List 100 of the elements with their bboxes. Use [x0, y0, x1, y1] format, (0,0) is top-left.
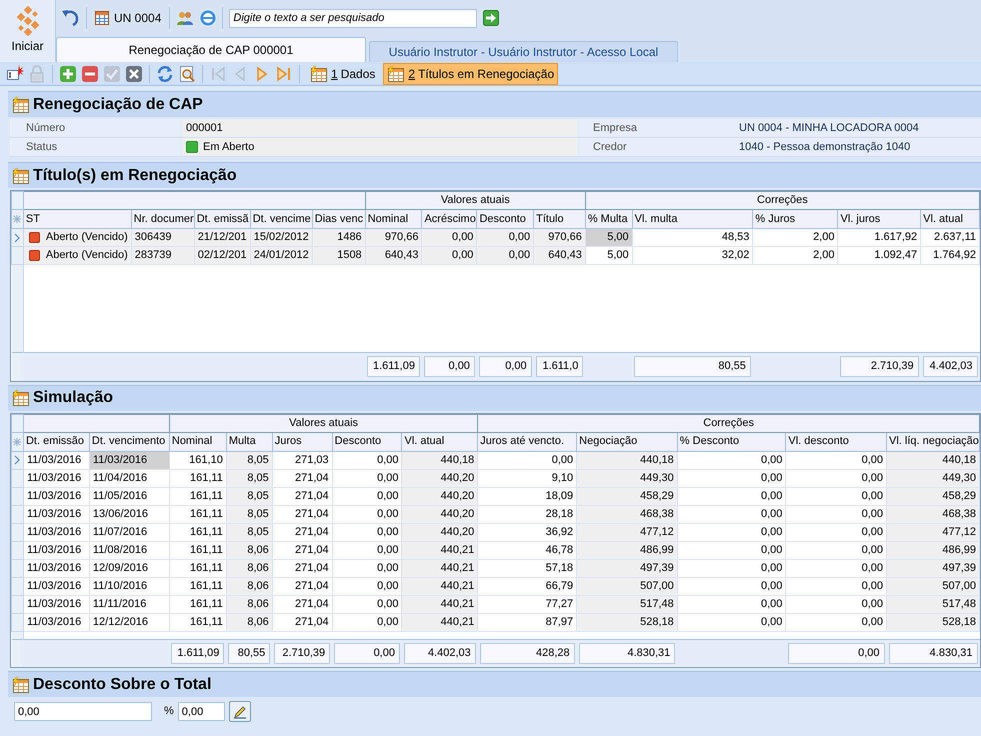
column-header[interactable]: Nominal	[365, 210, 422, 228]
table-cell: 28,18	[478, 505, 577, 523]
table-cell: 0,00	[332, 469, 402, 487]
row-header[interactable]	[12, 595, 24, 613]
table-cell: 458,29	[576, 487, 678, 505]
table-cell: 0,00	[677, 595, 786, 613]
table-cell: 0,00	[786, 595, 887, 613]
field-value: 000001	[182, 119, 577, 138]
row-header[interactable]	[12, 451, 24, 469]
minus-icon[interactable]	[81, 64, 99, 82]
table-cell: 1.617,92	[838, 228, 921, 246]
table-cell: 449,30	[886, 469, 980, 487]
row-header[interactable]	[12, 541, 24, 559]
table-cell: 970,66	[534, 228, 586, 246]
row-header[interactable]	[12, 228, 24, 246]
table-cell: 970,66	[365, 228, 422, 246]
table-cell: 8,05	[226, 469, 272, 487]
start-button[interactable]: Iniciar	[11, 40, 44, 52]
column-header[interactable]: Juros	[272, 432, 332, 451]
column-header[interactable]: Título	[534, 210, 586, 228]
row-header[interactable]	[12, 487, 24, 505]
table-cell: 440,18	[576, 451, 678, 469]
last-icon[interactable]	[275, 64, 293, 82]
table-cell: 5,00	[585, 228, 632, 246]
column-header[interactable]: % Juros	[752, 210, 838, 228]
table-cell: 161,11	[169, 541, 226, 559]
column-header[interactable]: Dias venc	[312, 210, 366, 228]
column-header[interactable]: Vl. multa	[632, 210, 753, 228]
new-record-icon[interactable]	[6, 64, 24, 82]
table-cell: 0,00	[786, 451, 887, 469]
table-cell: 0,00	[786, 577, 887, 595]
table-cell: 0,00	[476, 228, 534, 246]
column-header[interactable]: Vl. atual	[402, 432, 478, 451]
column-header[interactable]: Vl. desconto	[786, 432, 887, 451]
status-text: Em Aberto	[203, 140, 254, 155]
row-header[interactable]	[12, 559, 24, 577]
column-header[interactable]: Desconto	[476, 210, 534, 228]
column-header[interactable]: Nr. documer	[131, 210, 194, 228]
table-icon	[12, 168, 30, 184]
row-header[interactable]	[12, 469, 24, 487]
table-cell: 0,00	[422, 246, 477, 264]
discount-value-field[interactable]: 0,00	[14, 702, 152, 721]
table-cell: 11/11/2016	[89, 595, 170, 613]
table-cell: 32,02	[632, 246, 753, 264]
table-cell: 8,06	[226, 541, 272, 559]
column-header[interactable]: Dt. vencime	[250, 210, 312, 228]
table-cell: 271,04	[272, 505, 332, 523]
table-cell: 440,21	[402, 559, 478, 577]
row-header[interactable]	[12, 246, 24, 264]
column-header[interactable]: % Multa	[585, 210, 632, 228]
column-header[interactable]: Vl. líq. negociação	[886, 432, 980, 451]
tab[interactable]: Renegociação de CAP 000001	[56, 37, 366, 62]
table-icon	[12, 96, 30, 112]
search-field[interactable]: Digite o texto a ser pesquisado	[229, 8, 478, 28]
column-header[interactable]: Juros até vencto.	[478, 432, 577, 451]
row-header[interactable]	[12, 613, 24, 631]
table-icon	[310, 66, 328, 82]
table-cell: 11/07/2016	[89, 523, 170, 541]
table-cell: 283739	[131, 246, 194, 264]
view-tab[interactable]: 1 Dados	[306, 62, 380, 84]
table-cell: 468,38	[576, 505, 678, 523]
column-header[interactable]: Dt. emissã	[194, 210, 250, 228]
edit-button[interactable]	[228, 701, 251, 722]
column-header[interactable]: Desconto	[332, 432, 402, 451]
column-header[interactable]: Multa	[226, 432, 272, 451]
undo-icon[interactable]	[60, 9, 80, 27]
unit-button[interactable]: UN 0004	[93, 9, 164, 27]
total-field: 80,55	[228, 642, 270, 664]
total-field: 0,00	[334, 642, 400, 664]
status-text: Aberto (Vencido)	[46, 230, 128, 246]
view-tab[interactable]: 2 Títulos em Renegociação	[383, 62, 558, 84]
column-header[interactable]: Dt. vencimento	[89, 432, 170, 451]
preview-icon[interactable]	[178, 64, 196, 82]
table-cell: 66,79	[478, 577, 577, 595]
column-header[interactable]: Negociação	[576, 432, 678, 451]
column-header[interactable]: Dt. emissão	[23, 432, 90, 451]
column-header[interactable]: Acréscimo	[422, 210, 477, 228]
table-cell: 8,05	[226, 451, 272, 469]
plus-icon[interactable]	[59, 64, 77, 82]
table-cell: 440,18	[402, 451, 478, 469]
table-cell: 11/04/2016	[89, 469, 170, 487]
refresh-icon[interactable]	[156, 64, 174, 82]
column-header[interactable]: Nominal	[169, 432, 226, 451]
table-cell: 486,99	[886, 541, 980, 559]
table-cell: 11/05/2016	[89, 487, 170, 505]
column-header[interactable]: Vl. juros	[838, 210, 921, 228]
column-header[interactable]: ST	[23, 210, 132, 228]
users-icon[interactable]	[176, 10, 194, 26]
row-header[interactable]	[12, 577, 24, 595]
total-field: 1.611,09	[171, 642, 224, 664]
close-icon[interactable]	[125, 64, 143, 82]
row-header[interactable]	[12, 523, 24, 541]
discount-percent-field[interactable]: 0,00	[178, 702, 225, 721]
field-label: Credor	[577, 138, 735, 157]
table-cell: 528,18	[886, 613, 980, 631]
column-header[interactable]: Vl. atual	[920, 210, 980, 228]
tab[interactable]: Usuário Instrutor - Usuário Instrutor - Acesso Local	[369, 41, 678, 62]
table-cell: 0,00	[786, 559, 887, 577]
column-header[interactable]: % Desconto	[677, 432, 786, 451]
row-header[interactable]	[12, 505, 24, 523]
